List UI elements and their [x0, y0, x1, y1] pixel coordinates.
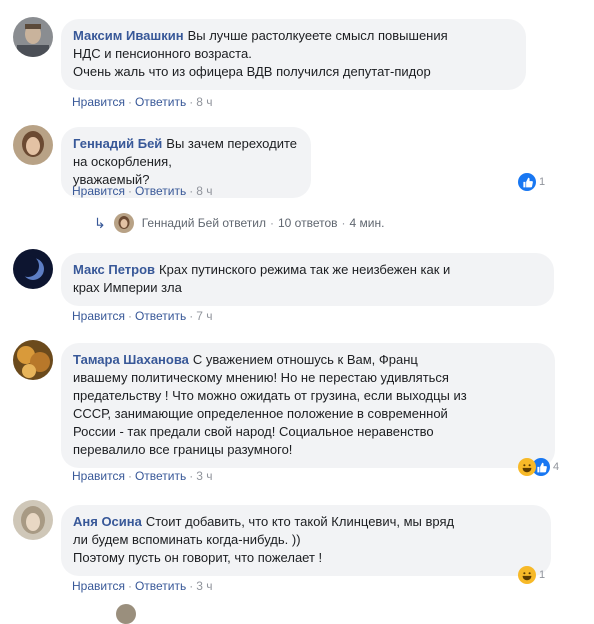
- reply-link[interactable]: Ответить: [135, 95, 186, 109]
- comment-text-line: Стоит добавить, что кто такой Клинцевич,…: [145, 514, 455, 529]
- timestamp[interactable]: 3 ч: [196, 469, 212, 483]
- comment-actions: Нравится · Ответить · 7 ч: [72, 309, 213, 323]
- comment-author[interactable]: Геннадий Бей: [73, 136, 162, 151]
- avatar[interactable]: [13, 125, 53, 165]
- comment-actions: Нравится · Ответить · 3 ч: [72, 579, 213, 593]
- avatar[interactable]: [13, 340, 53, 380]
- comment-author[interactable]: Тамара Шаханова: [73, 352, 189, 367]
- comment-bubble: Макс Петров Крах путинского режима так же…: [61, 253, 554, 306]
- avatar[interactable]: [13, 500, 53, 540]
- reply-summary-text: Геннадий Бей ответил: [141, 216, 266, 230]
- avatar[interactable]: [116, 604, 136, 624]
- timestamp[interactable]: 7 ч: [196, 309, 212, 323]
- comment-text-line: предательству ! Что можно ожидать от гру…: [73, 388, 467, 403]
- comment-text-line: ли будем вспоминать когда-нибудь. )): [73, 532, 301, 547]
- comment-text-line: НДС и пенсионного возраста.: [73, 46, 252, 61]
- reply-count: 10 ответов: [277, 216, 338, 230]
- reply-link[interactable]: Ответить: [135, 309, 186, 323]
- avatar[interactable]: [13, 17, 53, 57]
- reply-arrow-icon: ↳: [94, 214, 106, 231]
- comment-text-line: Очень жаль что из офицера ВДВ получился …: [73, 64, 431, 79]
- comment-text-line: Крах путинского режима так же неизбежен …: [159, 262, 451, 277]
- reply-link[interactable]: Ответить: [135, 469, 186, 483]
- comment-actions: Нравится · Ответить · 8 ч: [72, 95, 213, 109]
- comment-author[interactable]: Макс Петров: [73, 262, 155, 277]
- like-link[interactable]: Нравится: [72, 469, 125, 483]
- like-link[interactable]: Нравится: [72, 579, 125, 593]
- like-link[interactable]: Нравится: [72, 95, 125, 109]
- comment-actions: Нравится · Ответить · 8 ч: [72, 184, 213, 198]
- comment-text-line: России - так предали свой народ! Социаль…: [73, 424, 434, 439]
- reaction-summary[interactable]: 1: [518, 172, 545, 192]
- comment-text-line: С уважением отношусь к Вам, Франц: [192, 352, 418, 367]
- reply-link[interactable]: Ответить: [135, 184, 186, 198]
- like-icon: [518, 173, 536, 191]
- comment-bubble: Аня Осина Стоит добавить, что кто такой К…: [61, 505, 551, 576]
- like-link[interactable]: Нравится: [72, 184, 125, 198]
- reaction-count: 4: [553, 461, 560, 473]
- reaction-summary[interactable]: 1: [518, 565, 545, 585]
- comment-text-line: перевалило все границы разумного!: [73, 442, 293, 457]
- like-link[interactable]: Нравится: [72, 309, 125, 323]
- comment-text-line: Поэтому пусть он говорит, что пожелает !: [73, 550, 323, 565]
- haha-icon: [518, 458, 536, 476]
- comment-bubble: Тамара Шаханова С уважением отношусь к Ва…: [61, 343, 555, 468]
- comment-text-line: крах Империи зла: [73, 280, 182, 295]
- timestamp[interactable]: 8 ч: [196, 95, 212, 109]
- timestamp[interactable]: 3 ч: [196, 579, 212, 593]
- comment-author[interactable]: Аня Осина: [73, 514, 142, 529]
- haha-icon: [518, 566, 536, 584]
- avatar: [113, 213, 134, 233]
- reply-time: 4 мин.: [349, 216, 385, 230]
- avatar[interactable]: [13, 249, 53, 289]
- comment-text-line: ивашему политическому мнению! Но не пере…: [73, 370, 449, 385]
- comment-actions: Нравится · Ответить · 3 ч: [72, 469, 213, 483]
- view-replies-link[interactable]: ↳ Геннадий Бей ответил · 10 ответов · 4 мин.: [94, 212, 384, 234]
- comment-bubble: Максим Ивашкин Вы лучше растолкуеете смыс…: [61, 19, 526, 90]
- comment-author[interactable]: Максим Ивашкин: [73, 28, 184, 43]
- comment-text-line: СССР, занимающие определенное положение …: [73, 406, 448, 421]
- reaction-count: 1: [539, 569, 546, 581]
- reaction-summary[interactable]: 4: [518, 457, 559, 477]
- comment-text-line: Вы лучше растолкуеете смысл повышения: [187, 28, 448, 43]
- reply-link[interactable]: Ответить: [135, 579, 186, 593]
- timestamp[interactable]: 8 ч: [196, 184, 212, 198]
- reaction-count: 1: [539, 176, 546, 188]
